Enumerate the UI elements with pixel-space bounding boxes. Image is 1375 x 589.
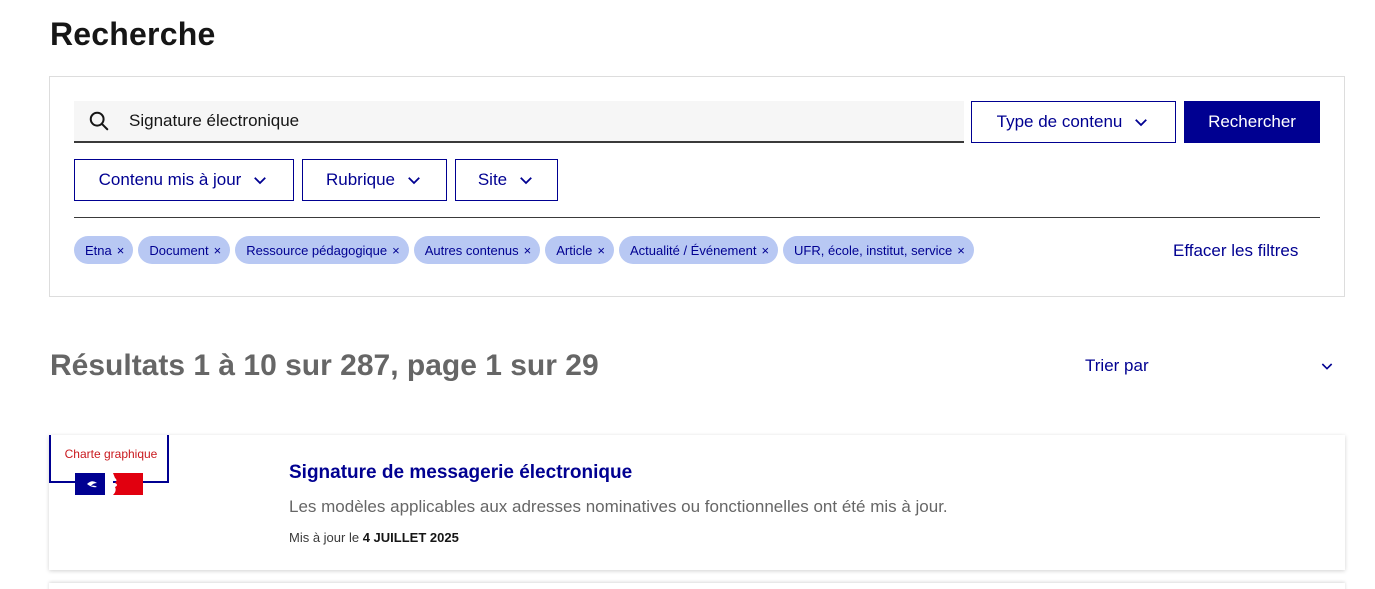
chevron-down-icon bbox=[251, 171, 269, 189]
result-title-link[interactable]: Signature de messagerie électronique bbox=[289, 462, 632, 484]
close-icon[interactable]: × bbox=[761, 244, 769, 257]
sort-select[interactable]: Trier par bbox=[1085, 356, 1335, 376]
filter-tag-article[interactable]: Article × bbox=[545, 236, 614, 264]
filter-tag-document[interactable]: Document × bbox=[138, 236, 231, 264]
filter-tag-ressource-pedagogique[interactable]: Ressource pédagogique × bbox=[235, 236, 409, 264]
page-title: Recherche bbox=[50, 16, 216, 52]
close-icon[interactable]: × bbox=[524, 244, 532, 257]
results-summary: Résultats 1 à 10 sur 287, page 1 sur 29 bbox=[50, 349, 599, 382]
tag-label: Document bbox=[149, 242, 209, 258]
marianne-flag-icon bbox=[75, 471, 143, 495]
close-icon[interactable]: × bbox=[214, 244, 222, 257]
filters-divider bbox=[74, 217, 1320, 218]
rubrique-filter-select[interactable]: Rubrique bbox=[302, 159, 447, 201]
tag-label: Actualité / Événement bbox=[629, 242, 757, 258]
filter-tag-ufr-ecole-institut-service[interactable]: UFR, école, institut, service × bbox=[783, 236, 974, 264]
chevron-down-icon bbox=[1132, 113, 1150, 131]
filter-tag-autres-contenus[interactable]: Autres contenus × bbox=[413, 236, 541, 264]
content-type-label: Type de contenu bbox=[996, 112, 1123, 131]
site-filter-select[interactable]: Site bbox=[455, 159, 558, 201]
tag-label: Autres contenus bbox=[424, 242, 519, 258]
search-icon bbox=[87, 109, 111, 133]
filter-tag-actualite-evenement[interactable]: Actualité / Événement × bbox=[618, 236, 779, 264]
tag-label: Etna bbox=[85, 242, 112, 258]
close-icon[interactable]: × bbox=[117, 244, 125, 257]
result-updated-date: Mis à jour le 4 JUILLET 2025 bbox=[289, 530, 459, 545]
badge-label: Charte graphique bbox=[64, 447, 158, 461]
tag-label: Article bbox=[556, 242, 593, 258]
site-filter-label: Site bbox=[477, 170, 508, 189]
search-input[interactable] bbox=[129, 111, 949, 131]
updated-filter-select[interactable]: Contenu mis à jour bbox=[74, 159, 294, 201]
close-icon[interactable]: × bbox=[392, 244, 400, 257]
meta-prefix: Mis à jour le bbox=[289, 530, 363, 545]
chevron-down-icon bbox=[517, 171, 535, 189]
close-icon[interactable]: × bbox=[957, 244, 965, 257]
rubrique-filter-label: Rubrique bbox=[326, 170, 395, 189]
filter-tag-etna[interactable]: Etna × bbox=[74, 236, 134, 264]
tag-label: UFR, école, institut, service bbox=[794, 242, 953, 258]
content-type-select[interactable]: Type de contenu bbox=[971, 101, 1176, 143]
search-box[interactable] bbox=[74, 101, 964, 143]
next-result-card bbox=[49, 583, 1345, 589]
result-card[interactable]: Charte graphique Signature de messagerie… bbox=[49, 435, 1345, 570]
meta-date: 4 JUILLET 2025 bbox=[362, 530, 459, 545]
result-description: Les modèles applicables aux adresses nom… bbox=[289, 497, 948, 516]
chevron-down-icon bbox=[1319, 358, 1335, 374]
search-panel: Type de contenu Rechercher Contenu mis à… bbox=[49, 76, 1345, 297]
clear-filters-link[interactable]: Effacer les filtres bbox=[1173, 241, 1298, 261]
active-filter-tags: Etna × Document × Ressource pédagogique × A… bbox=[74, 236, 974, 264]
chevron-down-icon bbox=[405, 171, 423, 189]
sort-label: Trier par bbox=[1085, 356, 1149, 375]
tag-label: Ressource pédagogique bbox=[246, 242, 388, 258]
search-submit-button[interactable]: Rechercher bbox=[1184, 101, 1320, 143]
updated-filter-label: Contenu mis à jour bbox=[98, 170, 242, 189]
close-icon[interactable]: × bbox=[597, 244, 605, 257]
